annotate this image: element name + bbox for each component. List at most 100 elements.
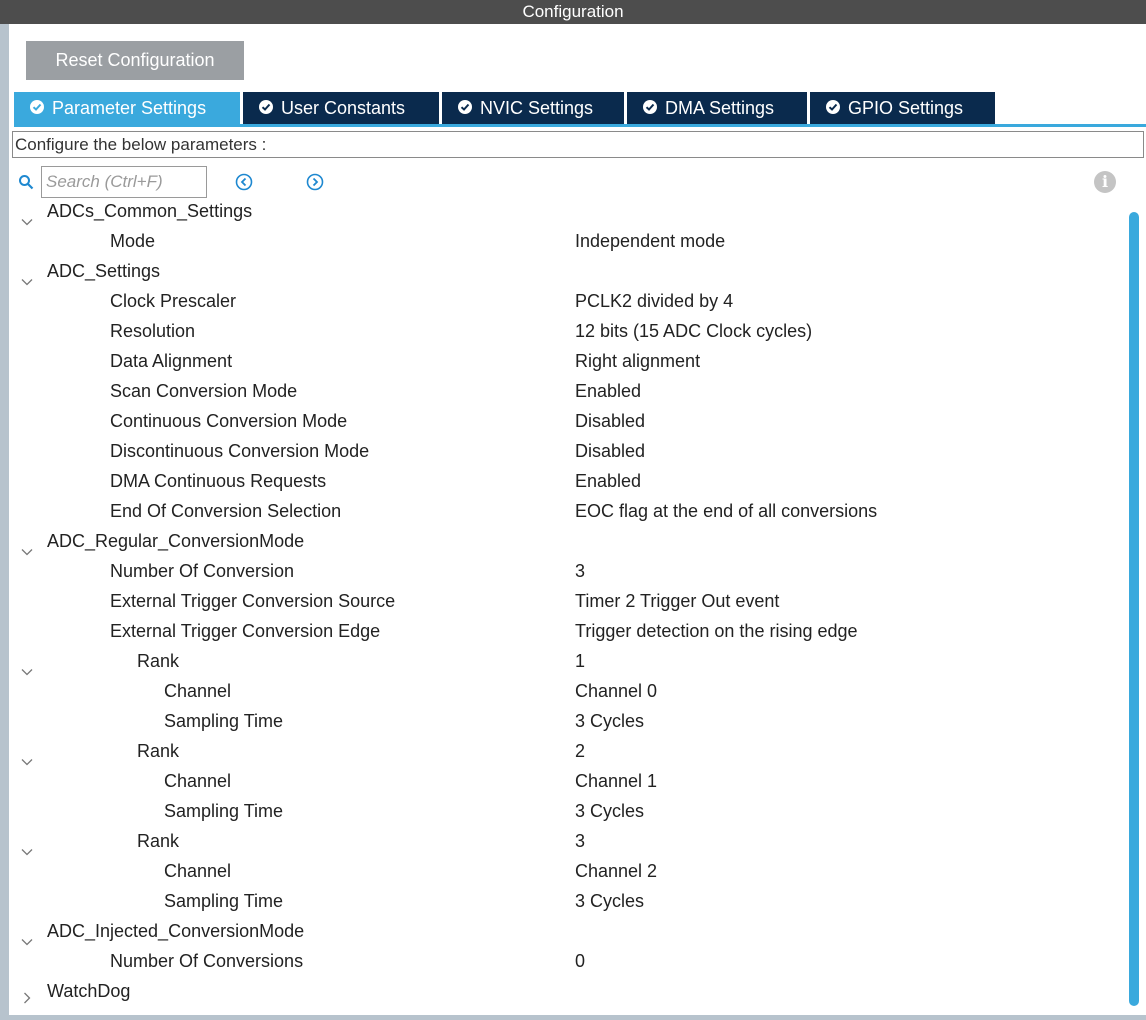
param-label: ADC_Regular_ConversionMode [47, 531, 305, 551]
tab-user-constants[interactable]: User Constants [243, 92, 439, 124]
chevron-down-icon[interactable] [20, 256, 40, 286]
param-value[interactable]: Disabled [575, 406, 645, 436]
tree-param-row[interactable]: Resolution 12 bits (15 ADC Clock cycles) [14, 316, 1124, 346]
tree-group-row[interactable]: ADC_Settings [14, 256, 1124, 286]
param-label: Rank [137, 741, 180, 761]
param-value[interactable]: Channel 2 [575, 856, 657, 886]
tree-group-row[interactable]: ADC_Regular_ConversionMode [14, 526, 1124, 556]
tree-param-row[interactable]: Rank 1 [14, 646, 1124, 676]
scrollbar[interactable] [1129, 212, 1139, 1006]
tree-param-row[interactable]: Number Of Conversion 3 [14, 556, 1124, 586]
tree-group-row[interactable]: ADCs_Common_Settings [14, 196, 1124, 226]
check-circle-icon [30, 100, 44, 115]
tab-nvic-settings[interactable]: NVIC Settings [442, 92, 624, 124]
param-label: Channel [164, 771, 232, 791]
tab-gpio-settings[interactable]: GPIO Settings [810, 92, 995, 124]
tab-label: Parameter Settings [52, 98, 207, 118]
tree-param-row[interactable]: Sampling Time 3 Cycles [14, 706, 1124, 736]
param-label: External Trigger Conversion Source [110, 591, 396, 611]
param-value[interactable]: 1 [575, 646, 585, 676]
window-frame-bottom [0, 1015, 1146, 1020]
tree-param-row[interactable]: Data Alignment Right alignment [14, 346, 1124, 376]
tree-param-row[interactable]: Channel Channel 1 [14, 766, 1124, 796]
tree-group-row[interactable]: WatchDog [14, 976, 1124, 1006]
tree-param-row[interactable]: Clock Prescaler PCLK2 divided by 4 [14, 286, 1124, 316]
param-value[interactable]: 2 [575, 736, 585, 766]
chevron-left-circle-icon[interactable] [235, 173, 253, 191]
tree-param-row[interactable]: Channel Channel 0 [14, 676, 1124, 706]
param-label: Resolution [110, 321, 196, 341]
param-label: End Of Conversion Selection [110, 501, 342, 521]
check-circle-icon [458, 100, 472, 115]
tree-param-row[interactable]: Number Of Conversions 0 [14, 946, 1124, 976]
param-label: Sampling Time [164, 891, 284, 911]
tree-param-row[interactable]: Sampling Time 3 Cycles [14, 796, 1124, 826]
tab-parameter-settings[interactable]: Parameter Settings [14, 92, 240, 124]
param-value[interactable]: Independent mode [575, 226, 725, 256]
param-value[interactable]: PCLK2 divided by 4 [575, 286, 733, 316]
param-label: Number Of Conversion [110, 561, 295, 581]
tree-group-row[interactable]: ADC_Injected_ConversionMode [14, 916, 1124, 946]
param-value[interactable]: 3 [575, 826, 585, 856]
tree-param-row[interactable]: Channel Channel 2 [14, 856, 1124, 886]
param-value[interactable]: 12 bits (15 ADC Clock cycles) [575, 316, 812, 346]
chevron-down-icon[interactable] [20, 826, 40, 856]
window-frame-left [0, 0, 9, 1020]
chevron-down-icon[interactable] [20, 736, 40, 766]
chevron-down-icon[interactable] [20, 196, 40, 226]
param-label: Sampling Time [164, 711, 284, 731]
tree-param-row[interactable]: Continuous Conversion Mode Disabled [14, 406, 1124, 436]
param-value[interactable]: EOC flag at the end of all conversions [575, 496, 877, 526]
param-label: Mode [110, 231, 156, 251]
param-label: DMA Continuous Requests [110, 471, 327, 491]
tree-param-row[interactable]: Mode Independent mode [14, 226, 1124, 256]
tree-param-row[interactable]: External Trigger Conversion Edge Trigger … [14, 616, 1124, 646]
param-value[interactable]: 3 Cycles [575, 886, 644, 916]
param-value[interactable]: Enabled [575, 376, 641, 406]
tab-label: NVIC Settings [480, 98, 594, 118]
panel-title: Configuration [0, 0, 1146, 24]
search-icon[interactable] [18, 174, 34, 190]
param-value[interactable]: 3 Cycles [575, 706, 644, 736]
param-value[interactable]: 3 Cycles [575, 796, 644, 826]
tree-param-row[interactable]: External Trigger Conversion Source Timer … [14, 586, 1124, 616]
param-label: Number Of Conversions [110, 951, 304, 971]
chevron-down-icon[interactable] [20, 646, 40, 676]
param-value[interactable]: Trigger detection on the rising edge [575, 616, 858, 646]
tree-param-row[interactable]: Scan Conversion Mode Enabled [14, 376, 1124, 406]
chevron-down-icon[interactable] [20, 916, 40, 946]
param-label: ADCs_Common_Settings [47, 201, 253, 221]
param-value[interactable]: Channel 1 [575, 766, 657, 796]
param-value[interactable]: Enabled [575, 466, 641, 496]
tree-param-row[interactable]: Sampling Time 3 Cycles [14, 886, 1124, 916]
tree-param-row[interactable]: Rank 3 [14, 826, 1124, 856]
tree-param-row[interactable]: Discontinuous Conversion Mode Disabled [14, 436, 1124, 466]
param-value[interactable]: Disabled [575, 436, 645, 466]
param-value[interactable]: Right alignment [575, 346, 700, 376]
param-value[interactable]: 0 [575, 946, 585, 976]
chevron-right-icon[interactable] [20, 976, 40, 1006]
param-label: Scan Conversion Mode [110, 381, 298, 401]
check-circle-icon [826, 100, 840, 115]
param-label: Channel [164, 861, 232, 881]
description-text: Configure the below parameters : [12, 131, 1144, 158]
info-icon[interactable]: i [1094, 171, 1116, 193]
reset-configuration-button[interactable]: Reset Configuration [26, 41, 244, 80]
tree-param-row[interactable]: Rank 2 [14, 736, 1124, 766]
tab-underline [14, 124, 1146, 127]
parameter-tree: ADCs_Common_Settings Mode Independent mode… [14, 196, 1124, 1006]
tab-label: User Constants [281, 98, 406, 118]
tree-param-row[interactable]: End Of Conversion Selection EOC flag at t… [14, 496, 1124, 526]
tree-param-row[interactable]: DMA Continuous Requests Enabled [14, 466, 1124, 496]
tab-label: GPIO Settings [848, 98, 964, 118]
chevron-down-icon[interactable] [20, 526, 40, 556]
tab-dma-settings[interactable]: DMA Settings [627, 92, 807, 124]
check-circle-icon [643, 100, 657, 115]
param-label: Sampling Time [164, 801, 284, 821]
chevron-right-circle-icon[interactable] [306, 173, 324, 191]
check-circle-icon [259, 100, 273, 115]
param-value[interactable]: Timer 2 Trigger Out event [575, 586, 779, 616]
search-input[interactable] [41, 166, 207, 198]
param-value[interactable]: Channel 0 [575, 676, 657, 706]
param-value[interactable]: 3 [575, 556, 585, 586]
